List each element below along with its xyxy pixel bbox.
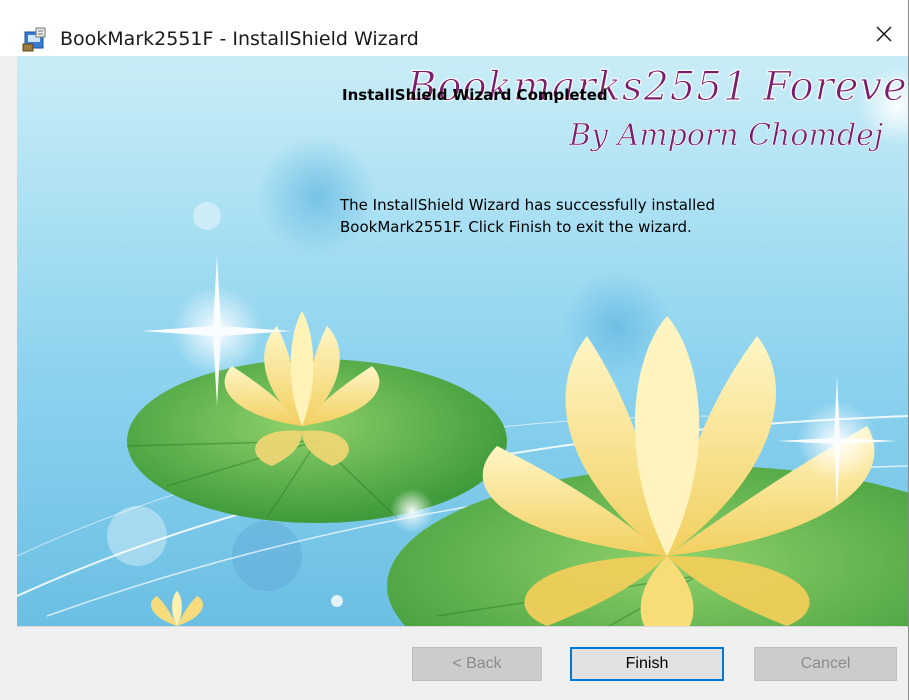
wizard-message-line-1: The InstallShield Wizard has successfull… [340, 196, 715, 214]
cancel-button[interactable]: Cancel [754, 647, 897, 681]
wizard-banner-image: Bookmarks2551 Forever By Amporn Chomdej … [17, 56, 908, 626]
installer-app-icon [22, 27, 46, 52]
back-button[interactable]: < Back [412, 647, 542, 681]
finish-button[interactable]: Finish [570, 647, 724, 681]
window-title: BookMark2551F - InstallShield Wizard [60, 28, 419, 50]
decorative-banner-byline: By Amporn Chomdej [569, 118, 884, 154]
close-button[interactable] [859, 14, 908, 54]
wizard-button-bar: < Back Finish Cancel [17, 626, 908, 700]
wizard-message: The InstallShield Wizard has successfull… [340, 194, 820, 238]
close-icon [876, 26, 892, 42]
wizard-heading: InstallShield Wizard Completed [342, 86, 608, 104]
installer-window: BookMark2551F - InstallShield Wizard Boo… [0, 0, 909, 700]
wizard-message-line-2: BookMark2551F. Click Finish to exit the … [340, 218, 692, 236]
title-bar[interactable]: BookMark2551F - InstallShield Wizard [0, 0, 908, 56]
